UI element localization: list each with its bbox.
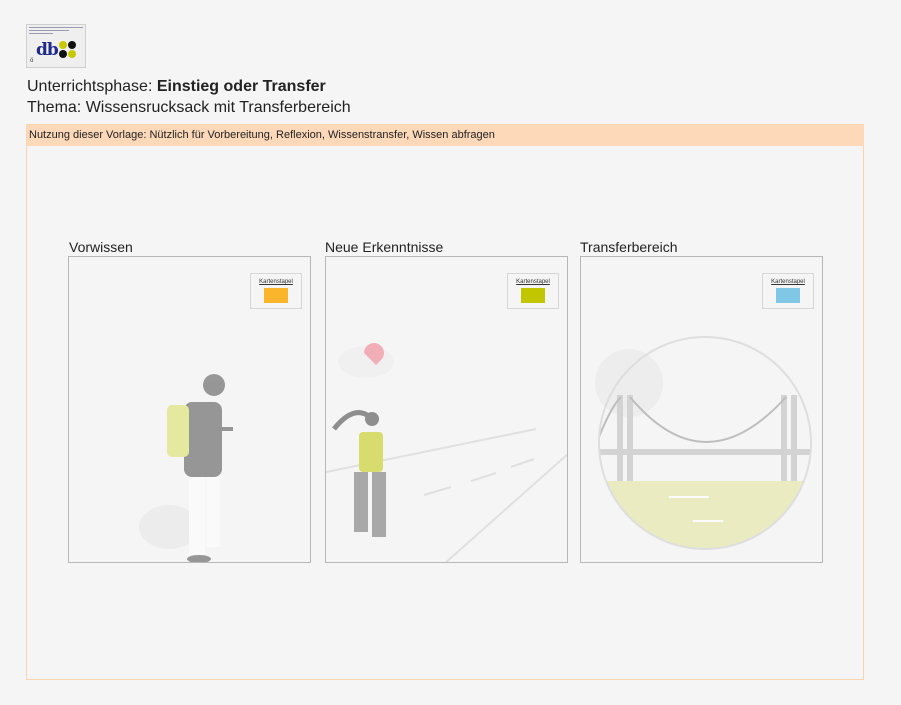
card-stack-card[interactable] (521, 288, 545, 303)
panel-title-transferbereich: Transferbereich (580, 239, 678, 255)
card-stack-label: Kartenstapel (259, 279, 293, 285)
logo-caption: ö (30, 58, 34, 64)
logo-fine-print (29, 27, 83, 37)
card-stack-card[interactable] (776, 288, 800, 303)
topic-line: Thema: Wissensrucksack mit Transferberei… (27, 99, 351, 116)
phase-value: Einstieg oder Transfer (156, 78, 326, 95)
card-stack[interactable]: Kartenstapel (507, 273, 559, 309)
panel-vorwissen[interactable]: Kartenstapel (68, 256, 311, 563)
card-stack-label: Kartenstapel (771, 279, 805, 285)
card-stack-card[interactable] (264, 288, 288, 303)
phase-label: Unterrichtsphase: (27, 78, 157, 95)
card-stack[interactable]: Kartenstapel (250, 273, 302, 309)
logo-text: db (36, 40, 59, 60)
panel-title-vorwissen: Vorwissen (69, 239, 133, 255)
logo-dots-icon (59, 41, 77, 59)
panel-neue-erkenntnisse[interactable]: Kartenstapel (325, 256, 568, 563)
logo: db ö (26, 24, 86, 68)
panel-transferbereich[interactable]: Kartenstapel (580, 256, 823, 563)
panel-title-neue-erkenntnisse: Neue Erkenntnisse (325, 239, 444, 255)
card-stack-label: Kartenstapel (516, 279, 550, 285)
usage-banner: Nutzung dieser Vorlage: Nützlich für Vor… (27, 125, 864, 146)
card-stack[interactable]: Kartenstapel (762, 273, 814, 309)
phase-line: Unterrichtsphase: Einstieg oder Transfer (27, 78, 326, 96)
